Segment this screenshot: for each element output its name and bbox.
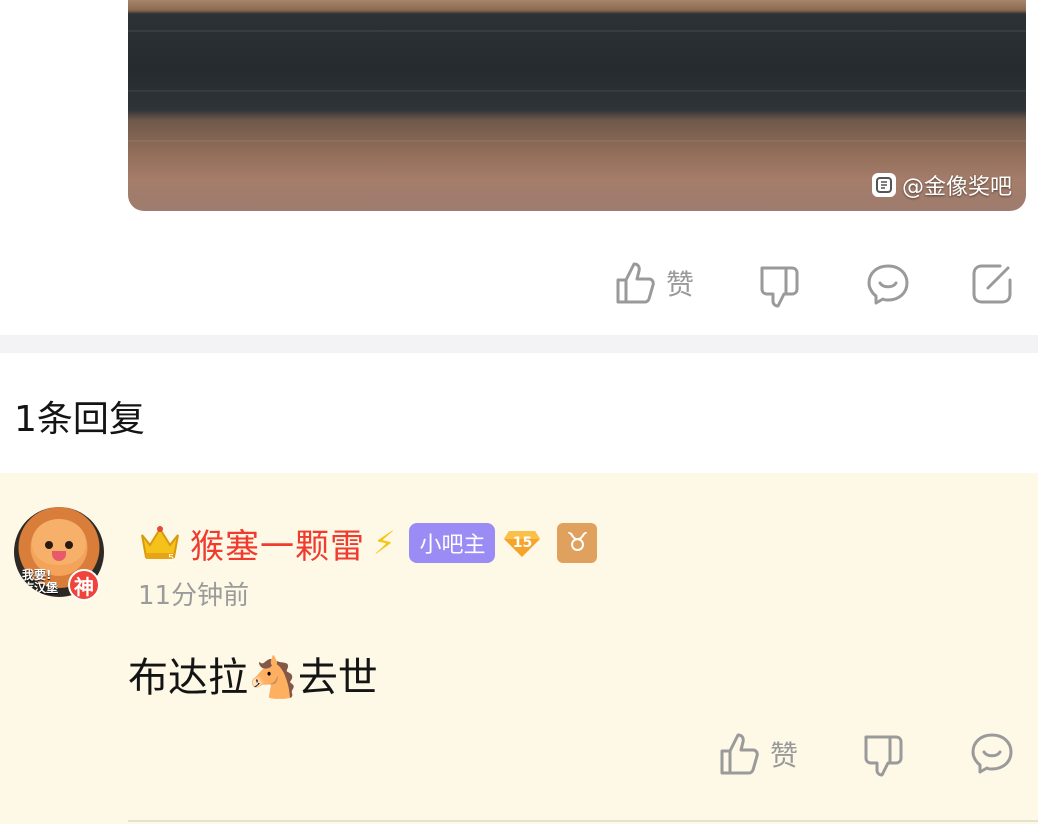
avatar-caption-line: 吃汉堡	[22, 581, 59, 595]
avatar-eye	[45, 541, 53, 549]
reply-like-button[interactable]: 赞	[718, 731, 798, 777]
reply-count: 1条回复	[14, 399, 145, 440]
reply-divider	[128, 820, 1038, 822]
reply-content: 布达拉🐴去世	[128, 645, 378, 703]
avatar-tongue	[52, 551, 66, 561]
avatar-eye	[65, 541, 73, 549]
thumbs-down-icon	[760, 266, 799, 308]
avatar-face	[32, 519, 86, 565]
comment-icon	[971, 733, 1013, 774]
thumbs-down-icon	[864, 735, 903, 777]
reply-dislike-button[interactable]	[862, 733, 906, 779]
reply-text-part: 去世	[297, 655, 378, 701]
section-divider	[0, 335, 1038, 353]
reply-card: 我要! 吃汉堡 神 5 猴塞一颗雷 ⚡ 小吧主 15 ♉ 11分钟前 布达拉🐴去…	[0, 473, 1038, 824]
zodiac-taurus-icon: ♉	[557, 523, 598, 563]
level-number: 15	[512, 535, 533, 551]
crown-icon: 5	[138, 523, 182, 564]
post-share-button[interactable]	[970, 262, 1014, 306]
post-like-button[interactable]: 赞	[614, 260, 694, 306]
thumbs-up-icon	[720, 733, 759, 775]
post-action-bar: 赞	[0, 258, 1038, 312]
reply-like-label: 赞	[770, 739, 799, 772]
post-image[interactable]: @金像奖吧	[128, 0, 1026, 211]
post-comment-button[interactable]	[866, 262, 910, 306]
reply-text-part: 布达拉	[128, 655, 248, 701]
role-badge: 小吧主	[409, 523, 496, 563]
watermark-text: @金像奖吧	[901, 175, 1012, 200]
image-watermark: @金像奖吧	[871, 169, 1012, 201]
image-texture	[128, 90, 1026, 92]
image-texture	[128, 140, 1026, 142]
svg-text:5: 5	[168, 553, 174, 563]
level-badge: 15	[503, 527, 541, 559]
avatar-caption: 我要! 吃汉堡	[22, 569, 58, 595]
comment-icon	[867, 264, 909, 305]
reply-timestamp: 11分钟前	[138, 581, 250, 611]
username[interactable]: 猴塞一颗雷	[190, 519, 365, 568]
god-badge: 神	[68, 569, 100, 601]
post-like-label: 赞	[666, 268, 695, 301]
reply-comment-button[interactable]	[970, 731, 1014, 775]
reply-action-bar: 赞	[0, 731, 1038, 781]
post-dislike-button[interactable]	[758, 264, 802, 310]
thumbs-up-icon	[616, 262, 655, 304]
image-texture	[128, 30, 1026, 32]
share-icon	[972, 264, 1012, 304]
tieba-logo-icon	[871, 173, 896, 197]
lightning-icon: ⚡	[373, 524, 396, 562]
horse-emoji: 🐴	[248, 655, 298, 701]
user-info-row: 5 猴塞一颗雷 ⚡ 小吧主 15 ♉	[138, 519, 598, 568]
